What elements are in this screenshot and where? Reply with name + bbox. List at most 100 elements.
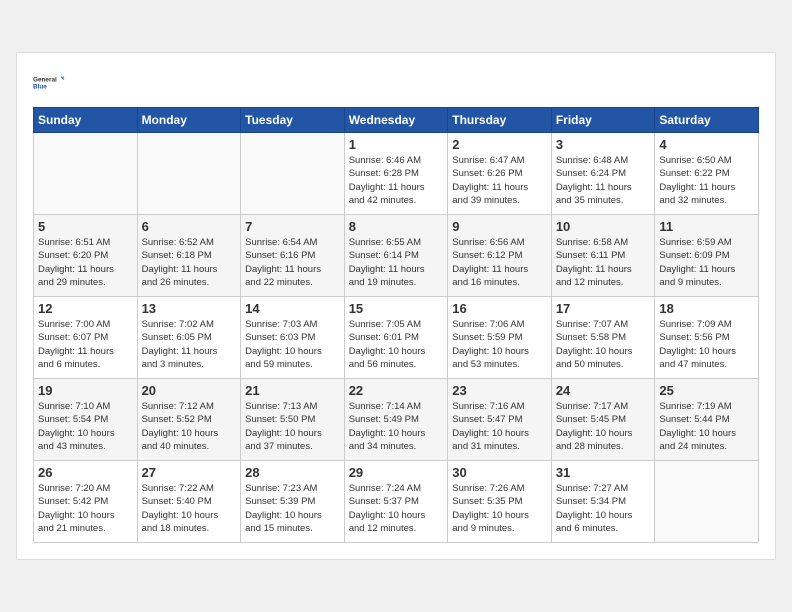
calendar-day-cell: 28 Sunrise: 7:23 AM Sunset: 5:39 PM Dayli… xyxy=(241,461,345,543)
day-number: 31 xyxy=(556,465,651,480)
day-number: 2 xyxy=(452,137,547,152)
day-number: 19 xyxy=(38,383,133,398)
day-number: 23 xyxy=(452,383,547,398)
day-info: Sunrise: 7:06 AM Sunset: 5:59 PM Dayligh… xyxy=(452,318,547,371)
day-info: Sunrise: 6:59 AM Sunset: 6:09 PM Dayligh… xyxy=(659,236,754,289)
calendar-day-cell: 13 Sunrise: 7:02 AM Sunset: 6:05 PM Dayli… xyxy=(137,297,241,379)
header-section: General Blue xyxy=(33,69,759,97)
calendar-day-cell: 31 Sunrise: 7:27 AM Sunset: 5:34 PM Dayli… xyxy=(551,461,655,543)
day-number: 17 xyxy=(556,301,651,316)
calendar-day-cell: 6 Sunrise: 6:52 AM Sunset: 6:18 PM Daylig… xyxy=(137,215,241,297)
day-number: 29 xyxy=(349,465,444,480)
day-info: Sunrise: 6:48 AM Sunset: 6:24 PM Dayligh… xyxy=(556,154,651,207)
day-info: Sunrise: 7:05 AM Sunset: 6:01 PM Dayligh… xyxy=(349,318,444,371)
day-number: 11 xyxy=(659,219,754,234)
calendar-day-cell: 25Sunrise: 7:19 AM Sunset: 5:44 PM Dayli… xyxy=(655,379,759,461)
svg-text:General: General xyxy=(33,77,57,84)
day-number: 30 xyxy=(452,465,547,480)
day-number: 21 xyxy=(245,383,340,398)
calendar-day-cell: 10Sunrise: 6:58 AM Sunset: 6:11 PM Dayli… xyxy=(551,215,655,297)
day-number: 13 xyxy=(142,301,237,316)
day-info: Sunrise: 7:14 AM Sunset: 5:49 PM Dayligh… xyxy=(349,400,444,453)
calendar-day-cell: 29 Sunrise: 7:24 AM Sunset: 5:37 PM Dayli… xyxy=(344,461,448,543)
calendar-day-cell: 19 Sunrise: 7:10 AM Sunset: 5:54 PM Dayli… xyxy=(34,379,138,461)
day-info: Sunrise: 7:16 AM Sunset: 5:47 PM Dayligh… xyxy=(452,400,547,453)
day-info: Sunrise: 7:12 AM Sunset: 5:52 PM Dayligh… xyxy=(142,400,237,453)
day-info: Sunrise: 7:23 AM Sunset: 5:39 PM Dayligh… xyxy=(245,482,340,535)
day-info: Sunrise: 7:24 AM Sunset: 5:37 PM Dayligh… xyxy=(349,482,444,535)
day-info: Sunrise: 7:19 AM Sunset: 5:44 PM Dayligh… xyxy=(659,400,754,453)
day-number: 24 xyxy=(556,383,651,398)
weekday-header-friday: Friday xyxy=(551,108,655,133)
calendar-day-cell: 21 Sunrise: 7:13 AM Sunset: 5:50 PM Dayli… xyxy=(241,379,345,461)
calendar-day-cell: 18Sunrise: 7:09 AM Sunset: 5:56 PM Dayli… xyxy=(655,297,759,379)
day-info: Sunrise: 6:51 AM Sunset: 6:20 PM Dayligh… xyxy=(38,236,133,289)
calendar-week-row: 19 Sunrise: 7:10 AM Sunset: 5:54 PM Dayli… xyxy=(34,379,759,461)
day-number: 16 xyxy=(452,301,547,316)
day-number: 4 xyxy=(659,137,754,152)
day-number: 8 xyxy=(349,219,444,234)
weekday-header-monday: Monday xyxy=(137,108,241,133)
calendar-day-cell: 9Sunrise: 6:56 AM Sunset: 6:12 PM Daylig… xyxy=(448,215,552,297)
calendar-day-cell: 3 Sunrise: 6:48 AM Sunset: 6:24 PM Daylig… xyxy=(551,133,655,215)
day-info: Sunrise: 7:10 AM Sunset: 5:54 PM Dayligh… xyxy=(38,400,133,453)
weekday-header-row: SundayMondayTuesdayWednesdayThursdayFrid… xyxy=(34,108,759,133)
calendar-day-cell: 12 Sunrise: 7:00 AM Sunset: 6:07 PM Dayli… xyxy=(34,297,138,379)
calendar-week-row: 26Sunrise: 7:20 AM Sunset: 5:42 PM Dayli… xyxy=(34,461,759,543)
calendar-day-cell: 15Sunrise: 7:05 AM Sunset: 6:01 PM Dayli… xyxy=(344,297,448,379)
day-info: Sunrise: 7:27 AM Sunset: 5:34 PM Dayligh… xyxy=(556,482,651,535)
day-info: Sunrise: 7:26 AM Sunset: 5:35 PM Dayligh… xyxy=(452,482,547,535)
calendar-day-cell: 27 Sunrise: 7:22 AM Sunset: 5:40 PM Dayli… xyxy=(137,461,241,543)
day-number: 7 xyxy=(245,219,340,234)
day-info: Sunrise: 6:56 AM Sunset: 6:12 PM Dayligh… xyxy=(452,236,547,289)
day-info: Sunrise: 7:22 AM Sunset: 5:40 PM Dayligh… xyxy=(142,482,237,535)
calendar-day-cell: 11 Sunrise: 6:59 AM Sunset: 6:09 PM Dayli… xyxy=(655,215,759,297)
day-info: Sunrise: 6:54 AM Sunset: 6:16 PM Dayligh… xyxy=(245,236,340,289)
day-number: 27 xyxy=(142,465,237,480)
day-number: 1 xyxy=(349,137,444,152)
day-number: 12 xyxy=(38,301,133,316)
calendar-day-cell xyxy=(34,133,138,215)
calendar-week-row: 5 Sunrise: 6:51 AM Sunset: 6:20 PM Daylig… xyxy=(34,215,759,297)
calendar-day-cell: 14Sunrise: 7:03 AM Sunset: 6:03 PM Dayli… xyxy=(241,297,345,379)
logo-icon: General Blue xyxy=(33,69,65,97)
calendar-day-cell xyxy=(655,461,759,543)
day-info: Sunrise: 6:58 AM Sunset: 6:11 PM Dayligh… xyxy=(556,236,651,289)
calendar-week-row: 1 Sunrise: 6:46 AM Sunset: 6:28 PM Daylig… xyxy=(34,133,759,215)
calendar-day-cell: 20 Sunrise: 7:12 AM Sunset: 5:52 PM Dayli… xyxy=(137,379,241,461)
calendar-day-cell: 22 Sunrise: 7:14 AM Sunset: 5:49 PM Dayli… xyxy=(344,379,448,461)
day-number: 26 xyxy=(38,465,133,480)
weekday-header-sunday: Sunday xyxy=(34,108,138,133)
day-number: 6 xyxy=(142,219,237,234)
calendar-table: SundayMondayTuesdayWednesdayThursdayFrid… xyxy=(33,107,759,543)
day-number: 20 xyxy=(142,383,237,398)
calendar-day-cell: 7 Sunrise: 6:54 AM Sunset: 6:16 PM Daylig… xyxy=(241,215,345,297)
day-number: 5 xyxy=(38,219,133,234)
svg-text:Blue: Blue xyxy=(33,83,47,90)
calendar-day-cell: 1 Sunrise: 6:46 AM Sunset: 6:28 PM Daylig… xyxy=(344,133,448,215)
calendar-day-cell xyxy=(241,133,345,215)
calendar-day-cell: 5 Sunrise: 6:51 AM Sunset: 6:20 PM Daylig… xyxy=(34,215,138,297)
day-info: Sunrise: 6:46 AM Sunset: 6:28 PM Dayligh… xyxy=(349,154,444,207)
calendar-day-cell: 16 Sunrise: 7:06 AM Sunset: 5:59 PM Dayli… xyxy=(448,297,552,379)
calendar-day-cell: 17Sunrise: 7:07 AM Sunset: 5:58 PM Dayli… xyxy=(551,297,655,379)
day-number: 28 xyxy=(245,465,340,480)
weekday-header-saturday: Saturday xyxy=(655,108,759,133)
calendar-day-cell: 2 Sunrise: 6:47 AM Sunset: 6:26 PM Daylig… xyxy=(448,133,552,215)
day-info: Sunrise: 7:13 AM Sunset: 5:50 PM Dayligh… xyxy=(245,400,340,453)
day-number: 22 xyxy=(349,383,444,398)
day-info: Sunrise: 6:47 AM Sunset: 6:26 PM Dayligh… xyxy=(452,154,547,207)
day-info: Sunrise: 7:17 AM Sunset: 5:45 PM Dayligh… xyxy=(556,400,651,453)
day-info: Sunrise: 6:55 AM Sunset: 6:14 PM Dayligh… xyxy=(349,236,444,289)
logo: General Blue xyxy=(33,69,65,97)
day-info: Sunrise: 7:03 AM Sunset: 6:03 PM Dayligh… xyxy=(245,318,340,371)
calendar-day-cell xyxy=(137,133,241,215)
calendar-day-cell: 23 Sunrise: 7:16 AM Sunset: 5:47 PM Dayli… xyxy=(448,379,552,461)
calendar-day-cell: 24 Sunrise: 7:17 AM Sunset: 5:45 PM Dayli… xyxy=(551,379,655,461)
day-info: Sunrise: 7:02 AM Sunset: 6:05 PM Dayligh… xyxy=(142,318,237,371)
day-info: Sunrise: 7:00 AM Sunset: 6:07 PM Dayligh… xyxy=(38,318,133,371)
day-info: Sunrise: 6:52 AM Sunset: 6:18 PM Dayligh… xyxy=(142,236,237,289)
weekday-header-tuesday: Tuesday xyxy=(241,108,345,133)
day-number: 3 xyxy=(556,137,651,152)
calendar-day-cell: 26Sunrise: 7:20 AM Sunset: 5:42 PM Dayli… xyxy=(34,461,138,543)
